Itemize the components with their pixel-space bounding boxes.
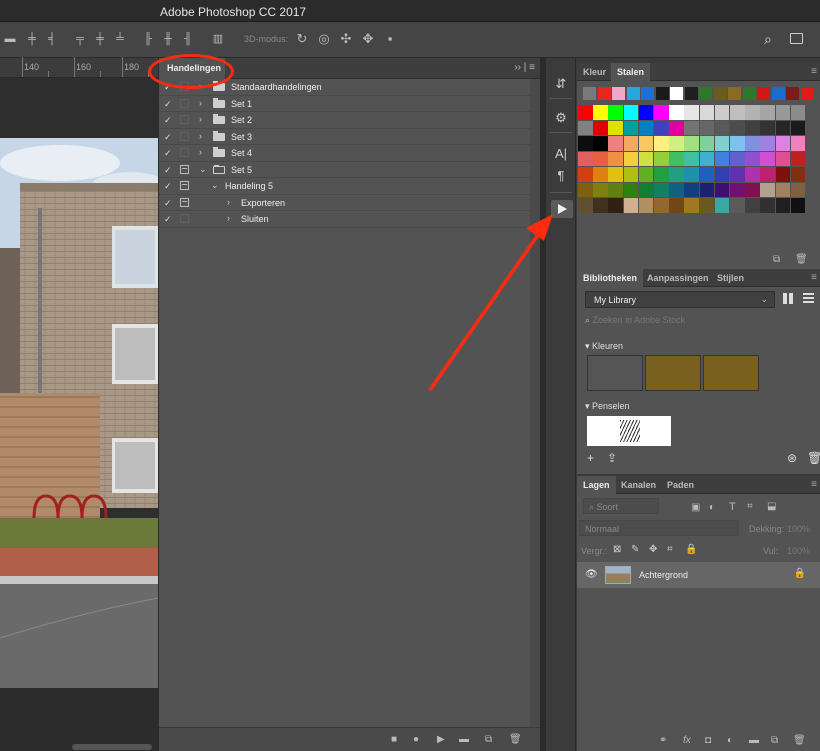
annotation-arrow [428, 214, 553, 391]
photoshop-window: Adobe Photoshop CC 2017 ▬ ╪ ╡ ╤ ╪ ╧ ╟ ╫ … [0, 0, 820, 751]
